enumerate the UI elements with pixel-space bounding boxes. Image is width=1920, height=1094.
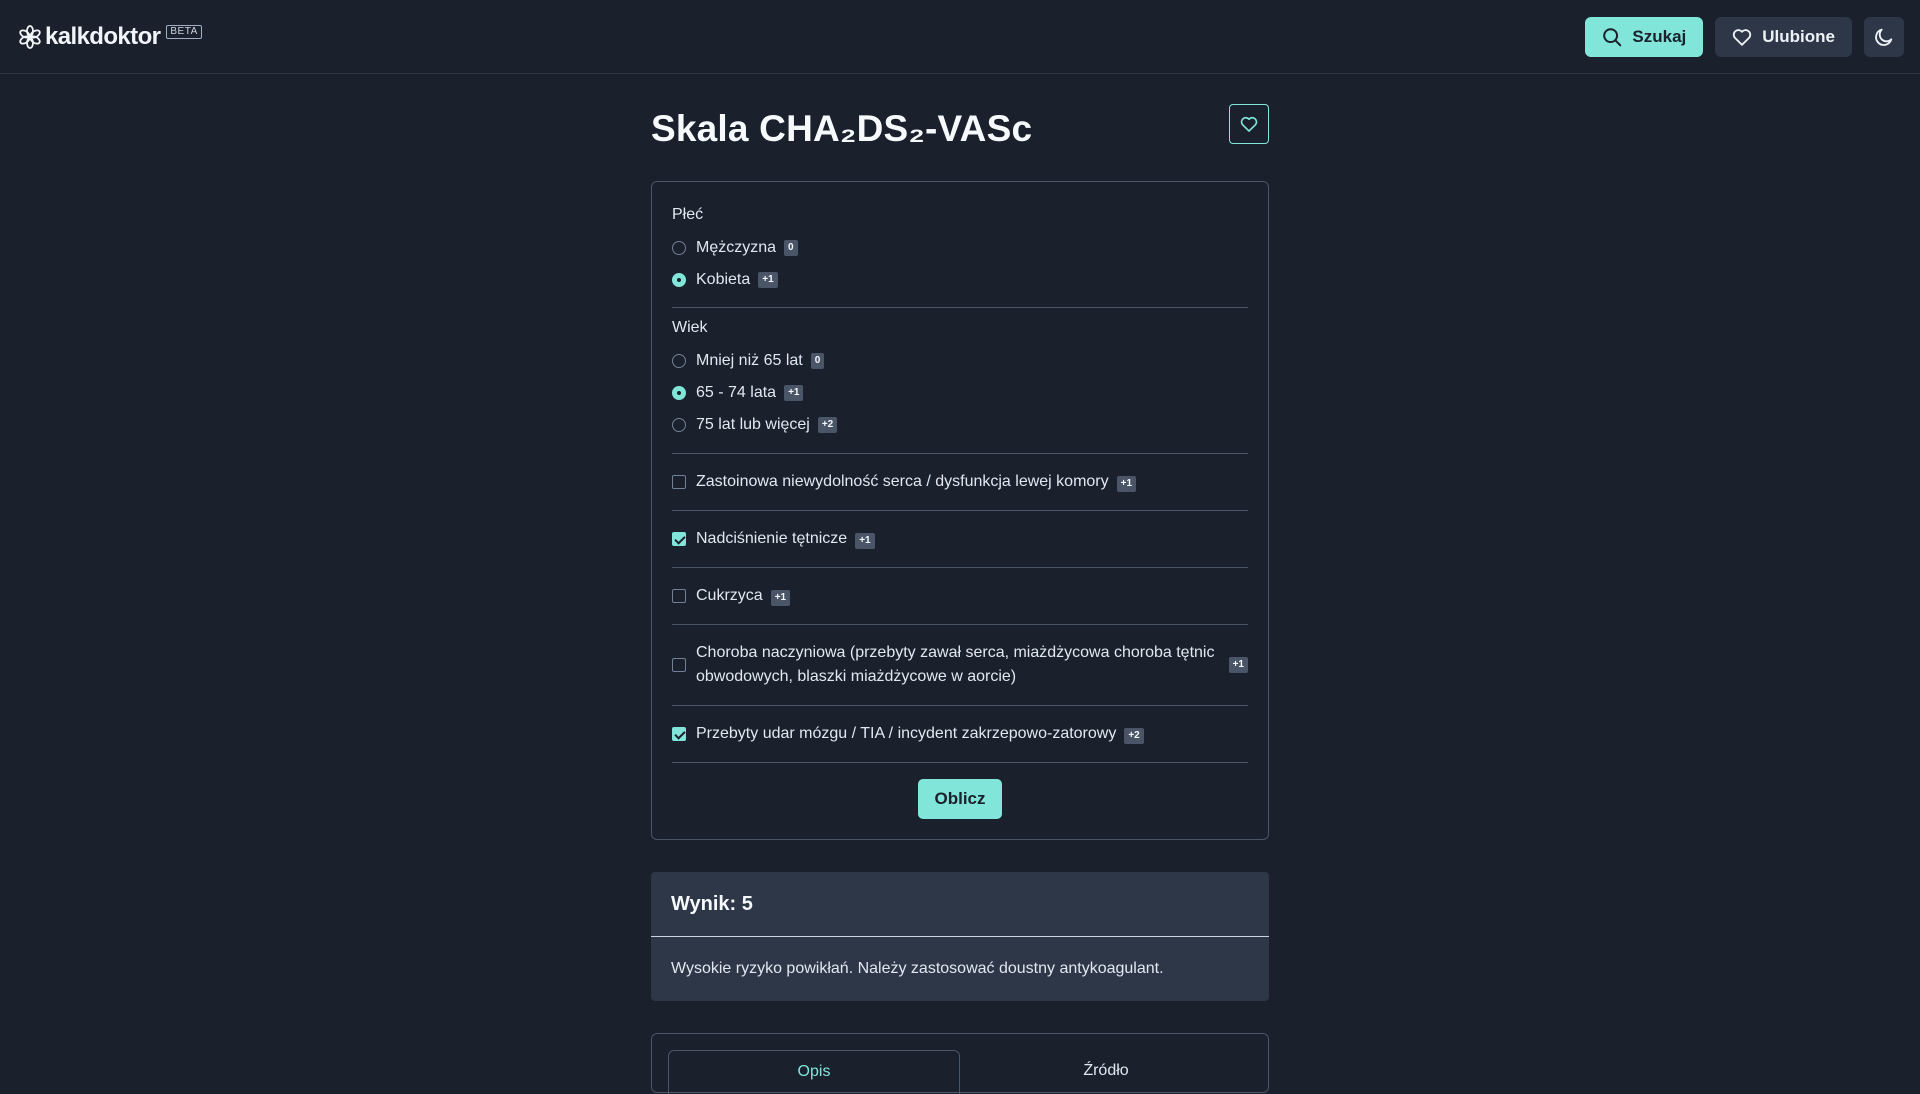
page-title: Skala CHA₂DS₂-VASc bbox=[651, 108, 1033, 149]
calculator-form: Płeć Mężczyzna 0 Kobieta +1 Wiek Mniej n… bbox=[651, 181, 1269, 840]
criterion-label: Przebyty udar mózgu / TIA / incydent zak… bbox=[696, 722, 1248, 746]
criterion-label: Nadciśnienie tętnicze +1 bbox=[696, 527, 1248, 551]
criterion-hypertension[interactable]: Nadciśnienie tętnicze +1 bbox=[672, 511, 1248, 568]
option-label: 65 - 74 lata bbox=[696, 384, 777, 401]
option-label: Kobieta bbox=[696, 271, 751, 288]
calculate-button[interactable]: Oblicz bbox=[918, 779, 1002, 819]
calculate-wrapper: Oblicz bbox=[672, 763, 1248, 819]
radio-button[interactable] bbox=[672, 273, 686, 287]
criterion-label: Zastoinowa niewydolność serca / dysfunkc… bbox=[696, 470, 1248, 494]
criterion-label: Choroba naczyniowa (przebyty zawał serca… bbox=[696, 644, 1215, 685]
checkbox[interactable] bbox=[672, 589, 686, 603]
points-badge: 0 bbox=[810, 353, 825, 369]
criterion-diabetes[interactable]: Cukrzyca +1 bbox=[672, 568, 1248, 625]
beta-badge: BETA bbox=[166, 24, 202, 39]
logo-text: kalkdoktor bbox=[45, 22, 161, 50]
age-option-under-65[interactable]: Mniej niż 65 lat 0 bbox=[672, 345, 1248, 377]
points-badge: +2 bbox=[1124, 728, 1144, 744]
title-row: Skala CHA₂DS₂-VASc bbox=[651, 104, 1269, 181]
option-label: Mężczyzna bbox=[696, 239, 777, 256]
radio-button[interactable] bbox=[672, 386, 686, 400]
calculator-main: Skala CHA₂DS₂-VASc Płeć Mężczyzna 0 Kobi… bbox=[651, 104, 1269, 1094]
points-badge: +1 bbox=[758, 272, 778, 288]
search-icon bbox=[1603, 27, 1622, 46]
header-actions: Szukaj Ulubione bbox=[1585, 16, 1904, 57]
sex-option-male[interactable]: Mężczyzna 0 bbox=[672, 232, 1248, 264]
age-group-label: Wiek bbox=[672, 319, 708, 336]
points-badge: +2 bbox=[817, 417, 838, 433]
radio-button[interactable] bbox=[672, 241, 686, 255]
option-label: Mniej niż 65 lat bbox=[696, 352, 803, 369]
top-navigation-bar: kalkdoktor BETA Szukaj Ulubione bbox=[0, 0, 1920, 74]
favorites-button[interactable]: Ulubione bbox=[1715, 16, 1852, 57]
criterion-vascular-disease[interactable]: Choroba naczyniowa (przebyty zawał serca… bbox=[672, 625, 1248, 706]
points-badge: +1 bbox=[1228, 657, 1248, 673]
sex-group: Płeć Mężczyzna 0 Kobieta +1 bbox=[672, 206, 1248, 308]
sex-group-label: Płeć bbox=[672, 206, 704, 223]
criterion-stroke-tia[interactable]: Przebyty udar mózgu / TIA / incydent zak… bbox=[672, 706, 1248, 763]
heart-icon bbox=[1733, 28, 1752, 46]
tab-description[interactable]: Opis bbox=[668, 1050, 960, 1094]
age-group: Wiek Mniej niż 65 lat 0 65 - 74 lata +1 … bbox=[672, 319, 1248, 454]
age-option-65-74[interactable]: 65 - 74 lata +1 bbox=[672, 377, 1248, 409]
points-badge: +1 bbox=[855, 533, 875, 549]
info-tabs: Opis Źródło bbox=[651, 1033, 1269, 1094]
heart-outline-icon bbox=[1240, 116, 1258, 132]
sex-option-female[interactable]: Kobieta +1 bbox=[672, 264, 1248, 296]
tab-source[interactable]: Źródło bbox=[960, 1050, 1252, 1094]
checkbox[interactable] bbox=[672, 475, 686, 489]
points-badge: +1 bbox=[784, 385, 804, 401]
radio-button[interactable] bbox=[672, 418, 686, 432]
checkbox[interactable] bbox=[672, 532, 686, 546]
age-option-75-plus[interactable]: 75 lat lub więcej +2 bbox=[672, 409, 1248, 441]
radio-button[interactable] bbox=[672, 354, 686, 368]
theme-toggle-button[interactable] bbox=[1864, 16, 1904, 57]
checkbox[interactable] bbox=[672, 727, 686, 741]
checkbox[interactable] bbox=[672, 658, 686, 672]
result-score: Wynik: 5 bbox=[651, 872, 1269, 937]
result-panel: Wynik: 5 Wysokie ryzyko powikłań. Należy… bbox=[651, 872, 1269, 1001]
add-to-favorites-button[interactable] bbox=[1229, 104, 1269, 144]
points-badge: +1 bbox=[770, 590, 791, 606]
option-label: 75 lat lub więcej bbox=[696, 416, 810, 433]
search-button[interactable]: Szukaj bbox=[1585, 16, 1704, 57]
points-badge: +1 bbox=[1116, 476, 1137, 492]
logo-link[interactable]: kalkdoktor BETA bbox=[18, 23, 202, 51]
points-badge: 0 bbox=[784, 240, 798, 256]
search-button-label: Szukaj bbox=[1632, 26, 1687, 46]
criterion-heart-failure[interactable]: Zastoinowa niewydolność serca / dysfunkc… bbox=[672, 454, 1248, 511]
favorites-button-label: Ulubione bbox=[1762, 26, 1835, 46]
criterion-label: Cukrzyca +1 bbox=[696, 584, 1248, 608]
snowflake-logo-icon bbox=[19, 24, 41, 49]
result-interpretation: Wysokie ryzyko powikłań. Należy zastosow… bbox=[671, 960, 1164, 977]
moon-icon bbox=[1875, 28, 1893, 46]
